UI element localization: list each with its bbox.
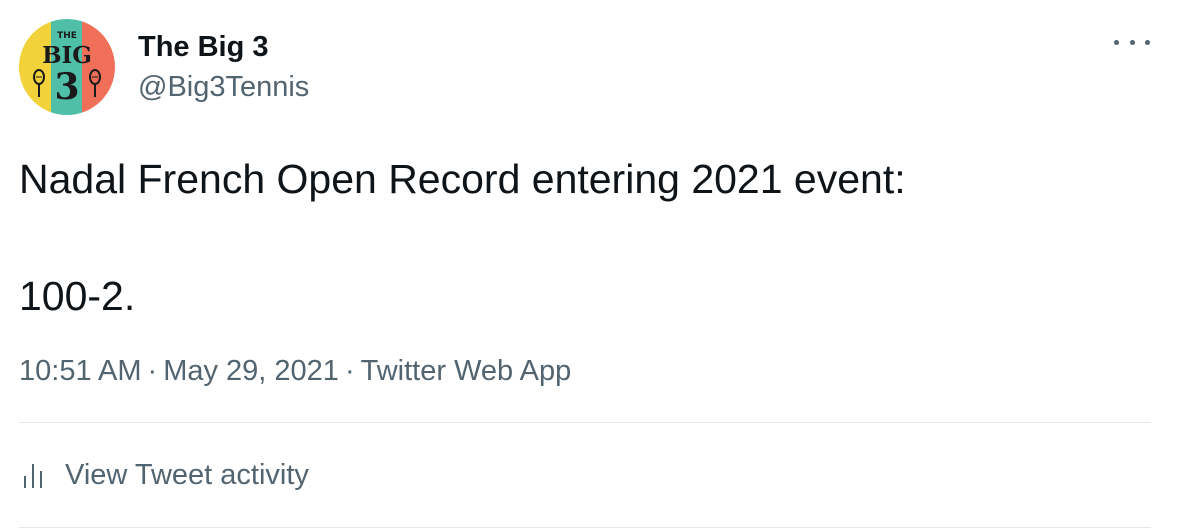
tweet-header: THE BIG 3 The Big 3 @Big3Tennis <box>19 19 309 115</box>
tweet-source[interactable]: Twitter Web App <box>361 355 572 387</box>
display-name[interactable]: The Big 3 <box>138 29 309 65</box>
avatar-text-top: THE <box>57 31 77 41</box>
user-handle[interactable]: @Big3Tennis <box>138 68 309 106</box>
tweet-text-line: Nadal French Open Record entering 2021 e… <box>19 156 906 202</box>
more-dot <box>1129 39 1135 45</box>
author-names: The Big 3 @Big3Tennis <box>138 29 309 106</box>
tweet-time[interactable]: 10:51 AM <box>19 355 142 387</box>
tweet-text: Nadal French Open Record entering 2021 e… <box>19 152 1149 324</box>
bar-chart-icon <box>24 464 42 488</box>
more-dot <box>1114 39 1119 45</box>
avatar-text-num: 3 <box>54 66 79 108</box>
tweet-meta: 10:51 AM · May 29, 2021 · Twitter Web App <box>19 352 571 390</box>
avatar-text-mid: BIG <box>42 42 92 69</box>
more-dot <box>1145 39 1150 45</box>
big3-logo: THE BIG 3 <box>19 19 115 115</box>
tweet-text-line: 100-2. <box>19 273 136 319</box>
divider <box>19 527 1151 528</box>
view-activity-label: View Tweet activity <box>65 459 309 491</box>
tweet-card: THE BIG 3 The Big 3 @Big3Tennis Nadal Fr… <box>0 0 1178 530</box>
avatar[interactable]: THE BIG 3 <box>19 19 115 115</box>
more-dots-icon[interactable] <box>1114 30 1150 54</box>
tweet-date[interactable]: May 29, 2021 <box>163 355 339 387</box>
view-activity-link[interactable]: View Tweet activity <box>22 456 309 494</box>
meta-separator: · <box>147 355 158 387</box>
divider <box>19 422 1151 423</box>
meta-separator: · <box>344 355 355 387</box>
